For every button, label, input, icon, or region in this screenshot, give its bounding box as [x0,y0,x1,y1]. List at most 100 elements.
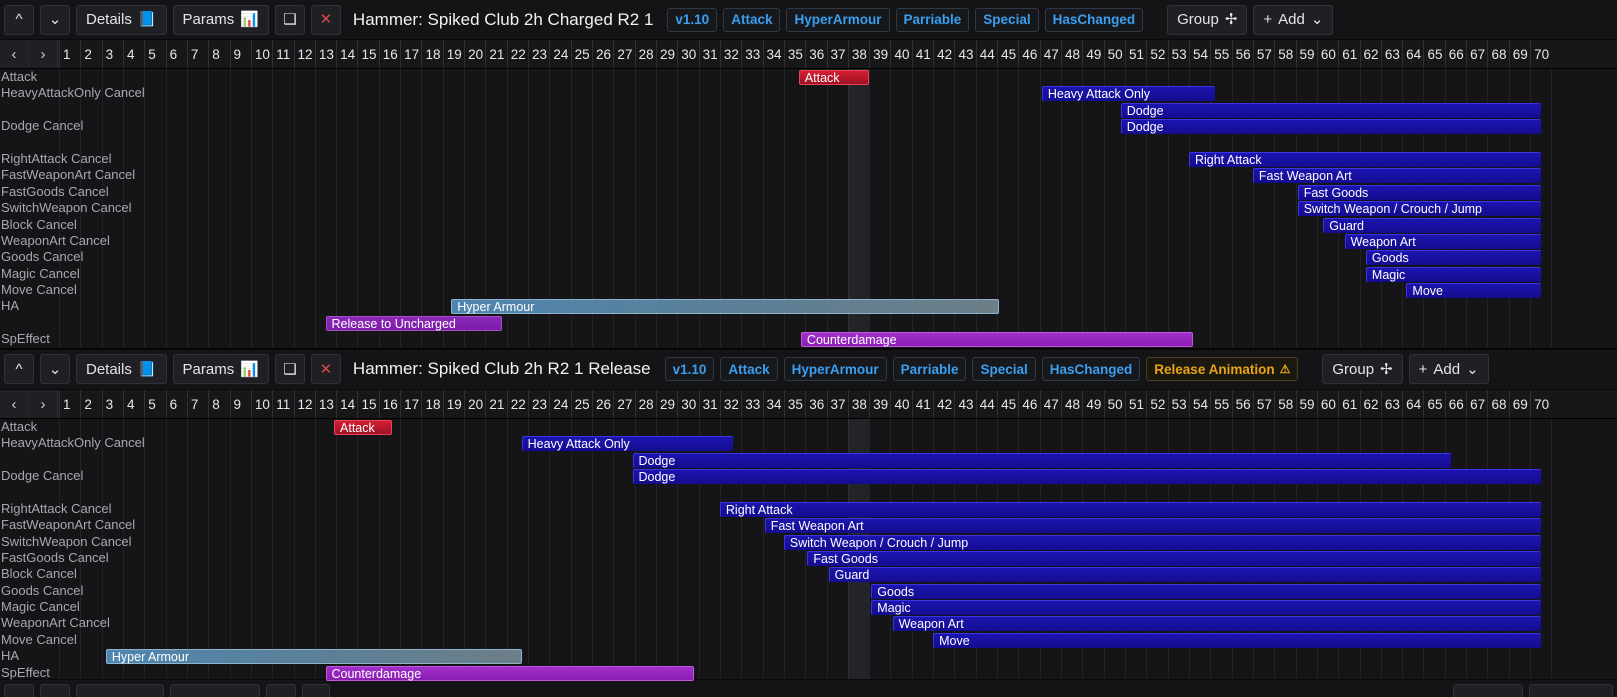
badge-v1-10[interactable]: v1.10 [664,357,715,382]
ruler-tick: 47 [1039,389,1061,418]
collapse-button[interactable]: ❑ [274,4,305,35]
ruler-tick: 44 [975,40,997,68]
badge-hyperarmour[interactable]: HyperArmour [786,7,890,32]
badge-attack[interactable]: Attack [720,357,778,382]
track-label-fastweaponart-cancel: FastWeaponArt Cancel [1,517,136,533]
move-down-button[interactable]: ⌄ [40,4,70,35]
ruler-tick: 51 [1125,389,1146,418]
move-up-button[interactable]: ^ [4,4,34,35]
timeline-bar[interactable]: Counterdamage [800,332,1194,348]
ruler-tick: 30 [677,389,698,418]
timeline-bar[interactable]: Guard [1323,217,1541,233]
timeline-bar[interactable]: Fast Goods [1297,184,1541,200]
params-button[interactable]: Params 📊 [172,4,269,35]
close-button[interactable]: ✕ [310,354,341,385]
timeline-bar[interactable]: Hyper Armour [105,649,522,665]
bottom-button[interactable] [1529,684,1613,697]
timeline-bar[interactable]: Heavy Attack Only [1041,86,1215,102]
move-up-button[interactable]: ^ [4,354,34,385]
timeline-bar[interactable]: Dodge [1120,119,1541,135]
timeline-row: Goods Cancel Goods [0,583,1617,599]
timeline-bar[interactable]: Right Attack [719,501,1541,517]
chart-icon: 📊 [240,11,259,28]
badge-v1-10[interactable]: v1.10 [667,7,718,32]
badge-parriable[interactable]: Parriable [895,7,970,32]
ruler-tick: 12 [293,389,315,418]
ruler-tick: 54 [1188,40,1210,68]
timeline-bar[interactable]: Release to Uncharged [325,315,503,331]
timeline-bar[interactable]: Switch Weapon / Crouch / Jump [1297,201,1541,217]
timeline-bar[interactable]: Counterdamage [325,665,695,681]
timeline-bar[interactable]: Dodge [632,452,1452,468]
bottom-button[interactable] [76,684,164,697]
group-button[interactable]: Group ✢ [1322,354,1403,385]
timeline-bar[interactable]: Fast Weapon Art [764,518,1541,534]
timeline-row [0,135,1617,151]
timeline-ruler[interactable]: 1 2 3 4 5 6 7 8 9 10 11 12 13 14 15 16 17 18 19 20 21 22 23 24 2… [0,389,1617,419]
badge-label: HasChanged [1052,12,1136,27]
bottom-button[interactable] [170,684,260,697]
badge-haschanged[interactable]: HasChanged [1041,357,1141,382]
timeline-bar[interactable]: Goods [871,583,1541,599]
ruler-tick: 27 [613,40,634,68]
scroll-right-button[interactable]: › [29,40,58,68]
book-icon: 📘 [137,11,157,28]
move-down-button[interactable]: ⌄ [40,354,70,385]
bottom-button[interactable] [4,684,34,697]
ruler-tick: 35 [783,40,805,68]
add-button[interactable]: + Add ⌄ [1253,4,1334,35]
timeline-bar[interactable]: Goods [1365,250,1541,266]
timeline-bar[interactable]: Move [1406,283,1541,299]
bottom-button[interactable] [266,684,296,697]
badge-special[interactable]: Special [975,7,1039,32]
bottom-button[interactable] [302,684,330,697]
timeline-bar[interactable]: Weapon Art [892,616,1541,632]
badge-special[interactable]: Special [972,357,1036,382]
badge-label: Attack [728,361,770,377]
bottom-button[interactable] [40,684,70,697]
timeline-bar[interactable]: Heavy Attack Only [521,436,733,452]
scroll-left-button[interactable]: ‹ [0,389,29,418]
timeline-bar[interactable]: Right Attack [1188,151,1541,167]
add-button[interactable]: + Add ⌄ [1408,354,1489,385]
ruler-tick: 3 [101,40,123,68]
badge-hyperarmour[interactable]: HyperArmour [783,357,887,382]
ruler-tick: 34 [762,389,784,418]
timeline-bar[interactable]: Switch Weapon / Crouch / Jump [783,534,1541,550]
timeline-row: Dodge Cancel Dodge [0,468,1617,484]
scroll-right-button[interactable]: › [29,389,58,418]
timeline-bar[interactable]: Weapon Art [1344,233,1541,249]
scroll-left-button[interactable]: ‹ [0,40,29,68]
ruler-tick: 14 [336,389,357,418]
details-button[interactable]: Details 📘 [76,354,167,385]
timeline-bar[interactable]: Hyper Armour [451,299,1000,315]
ruler-tick: 3 [101,389,123,418]
collapse-button[interactable]: ❑ [274,354,305,385]
badge-parriable[interactable]: Parriable [892,357,967,382]
close-button[interactable]: ✕ [310,4,341,35]
ruler-tick: 31 [698,40,720,68]
details-button[interactable]: Details 📘 [76,4,167,35]
badge-release-animation[interactable]: Release Animation ⚠ [1146,357,1299,382]
timeline-ruler[interactable]: 1 2 3 4 5 6 7 8 9 10 11 12 13 14 15 16 17 18 19 20 21 22 23 24 2… [0,40,1617,69]
track-area[interactable]: Attack Attack HeavyAttackOnly Cancel Heavy … [0,418,1617,682]
timeline-bar[interactable]: Magic [871,600,1541,616]
params-button[interactable]: Params 📊 [172,354,269,385]
group-button[interactable]: Group ✢ [1167,4,1248,35]
timeline-bar[interactable]: Dodge [632,468,1541,484]
badge-attack[interactable]: Attack [723,7,781,32]
badge-haschanged[interactable]: HasChanged [1044,7,1144,32]
timeline-bar[interactable]: Dodge [1120,102,1541,118]
timeline-bar[interactable]: Guard [828,567,1541,583]
timeline-bar[interactable]: Move [933,632,1541,648]
timeline-bar[interactable]: Attack [334,419,392,435]
ruler-tick: 24 [549,389,570,418]
track-area[interactable]: Attack Attack HeavyAttackOnly Cancel Heavy … [0,69,1617,348]
track-label-magic-cancel: Magic Cancel [1,265,80,281]
group-label: Group [1332,360,1375,378]
timeline-bar[interactable]: Fast Goods [807,550,1541,566]
timeline-bar[interactable]: Attack [798,70,870,85]
bottom-button[interactable] [1453,684,1523,697]
timeline-bar[interactable]: Fast Weapon Art [1252,168,1541,184]
timeline-bar[interactable]: Magic [1365,266,1541,282]
